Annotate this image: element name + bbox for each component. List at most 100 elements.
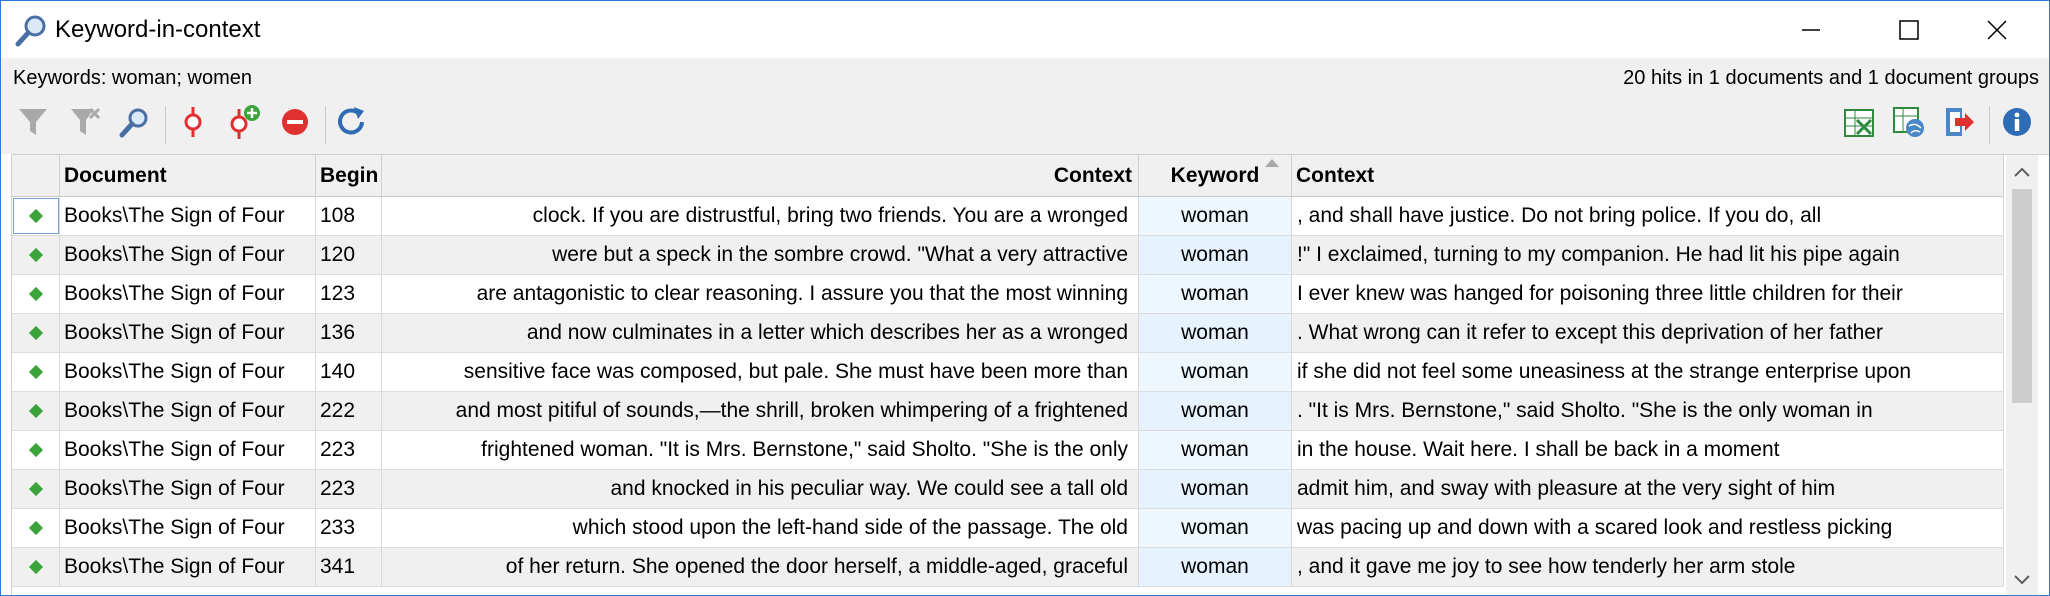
table-row[interactable]: Books\The Sign of Four 341 of her return. …	[12, 548, 2004, 587]
search-button[interactable]	[113, 102, 157, 146]
toolbar-separator	[165, 106, 166, 144]
cell-document: Books\The Sign of Four	[60, 392, 316, 430]
cell-context-left: are antagonistic to clear reasoning. I a…	[382, 275, 1139, 313]
cell-begin: 223	[316, 431, 382, 469]
row-indicator[interactable]	[12, 509, 60, 547]
keywords-label: Keywords: woman; women	[13, 67, 252, 89]
table-row[interactable]: Books\The Sign of Four 140 sensitive face …	[12, 353, 2004, 392]
row-indicator[interactable]	[12, 353, 60, 391]
scroll-up-button[interactable]	[2006, 159, 2038, 187]
info-bar: Keywords: woman; women 20 hits in 1 docu…	[1, 58, 2049, 98]
table-row[interactable]: Books\The Sign of Four 233 which stood upo…	[12, 509, 2004, 548]
close-button[interactable]	[1967, 1, 2027, 58]
cell-context-right: !" I exclaimed, turning to my companion.…	[1292, 236, 2004, 274]
web-export-icon	[1891, 104, 1927, 145]
diamond-icon	[28, 364, 43, 380]
cell-context-left: which stood upon the left-hand side of t…	[382, 509, 1139, 547]
cell-begin: 341	[316, 548, 382, 586]
cell-keyword: woman	[1139, 548, 1292, 586]
excel-export-button[interactable]	[1837, 102, 1881, 146]
add-code-button[interactable]	[221, 102, 265, 146]
remove-code-icon	[278, 105, 312, 144]
cell-context-right: I ever knew was hanged for poisoning thr…	[1292, 275, 2004, 313]
table-header: Document Begin Context Keyword Context	[12, 155, 2004, 197]
header-begin[interactable]: Begin	[316, 155, 382, 196]
table-row[interactable]: Books\The Sign of Four 223 and knocked in …	[12, 470, 2004, 509]
minimize-button[interactable]	[1781, 1, 1841, 58]
table-row[interactable]: Books\The Sign of Four 136 and now culmina…	[12, 314, 2004, 353]
header-context-left[interactable]: Context	[382, 155, 1139, 196]
toolbar	[1, 98, 2049, 154]
cell-context-left: of her return. She opened the door herse…	[382, 548, 1139, 586]
header-document[interactable]: Document	[60, 155, 316, 196]
cell-keyword: woman	[1139, 509, 1292, 547]
cell-begin: 136	[316, 314, 382, 352]
table-row[interactable]: Books\The Sign of Four 123 are antagonisti…	[12, 275, 2004, 314]
maximize-button[interactable]	[1879, 1, 1939, 58]
remove-code-button[interactable]	[273, 102, 317, 146]
refresh-button[interactable]	[329, 102, 373, 146]
cell-keyword: woman	[1139, 236, 1292, 274]
table-row[interactable]: Books\The Sign of Four 223 frightened woma…	[12, 431, 2004, 470]
cell-context-left: and knocked in his peculiar way. We coul…	[382, 470, 1139, 508]
code-button[interactable]	[171, 102, 215, 146]
table-row[interactable]: Books\The Sign of Four 120 were but a spec…	[12, 236, 2004, 275]
diamond-icon	[28, 247, 43, 263]
row-indicator[interactable]	[12, 275, 60, 313]
cell-keyword: woman	[1139, 392, 1292, 430]
row-indicator[interactable]	[12, 236, 60, 274]
row-indicator[interactable]	[12, 392, 60, 430]
export-button[interactable]	[1937, 102, 1981, 146]
vertical-scrollbar[interactable]	[2006, 155, 2038, 595]
cell-context-right: was pacing up and down with a scared loo…	[1292, 509, 2004, 547]
scrollbar-thumb[interactable]	[2012, 189, 2032, 403]
scroll-down-button[interactable]	[2006, 567, 2038, 595]
cell-keyword: woman	[1139, 197, 1292, 235]
export-icon	[1941, 104, 1977, 145]
cell-begin: 233	[316, 509, 382, 547]
cell-begin: 123	[316, 275, 382, 313]
add-code-icon	[224, 103, 262, 146]
cell-document: Books\The Sign of Four	[60, 197, 316, 235]
diamond-icon	[28, 403, 43, 419]
code-icon	[176, 105, 210, 144]
cell-document: Books\The Sign of Four	[60, 236, 316, 274]
cell-context-right: in the house. Wait here. I shall be back…	[1292, 431, 2004, 469]
cell-keyword: woman	[1139, 314, 1292, 352]
cell-begin: 108	[316, 197, 382, 235]
window-title: Keyword-in-context	[55, 16, 261, 43]
kwic-table: Document Begin Context Keyword Context B…	[11, 154, 2049, 595]
diamond-icon	[28, 325, 43, 341]
chevron-down-icon	[2014, 572, 2030, 590]
cell-context-right: . "It is Mrs. Bernstone," said Sholto. "…	[1292, 392, 2004, 430]
toolbar-separator	[325, 106, 326, 144]
cell-keyword: woman	[1139, 275, 1292, 313]
sort-ascending-icon	[1265, 159, 1279, 167]
cell-document: Books\The Sign of Four	[60, 509, 316, 547]
cell-begin: 120	[316, 236, 382, 274]
cell-context-left: frightened woman. "It is Mrs. Bernstone,…	[382, 431, 1139, 469]
row-indicator[interactable]	[12, 548, 60, 586]
diamond-icon	[28, 520, 43, 536]
row-indicator[interactable]	[12, 197, 60, 235]
toolbar-separator	[1989, 106, 1990, 144]
title-bar: Keyword-in-context	[1, 1, 2049, 58]
cell-document: Books\The Sign of Four	[60, 431, 316, 469]
diamond-icon	[28, 208, 43, 224]
filter-button[interactable]	[11, 102, 55, 146]
info-button[interactable]	[1995, 102, 2039, 146]
table-row[interactable]: Books\The Sign of Four 222 and most pitifu…	[12, 392, 2004, 431]
search-icon	[118, 105, 152, 144]
diamond-icon	[28, 481, 43, 497]
row-indicator[interactable]	[12, 470, 60, 508]
cell-context-left: clock. If you are distrustful, bring two…	[382, 197, 1139, 235]
clear-filter-button[interactable]	[63, 102, 107, 146]
cell-document: Books\The Sign of Four	[60, 314, 316, 352]
diamond-icon	[28, 442, 43, 458]
row-indicator[interactable]	[12, 431, 60, 469]
table-row[interactable]: Books\The Sign of Four 108 clock. If you a…	[12, 197, 2004, 236]
cell-keyword: woman	[1139, 353, 1292, 391]
row-indicator[interactable]	[12, 314, 60, 352]
header-context-right[interactable]: Context	[1292, 155, 2004, 196]
web-export-button[interactable]	[1887, 102, 1931, 146]
